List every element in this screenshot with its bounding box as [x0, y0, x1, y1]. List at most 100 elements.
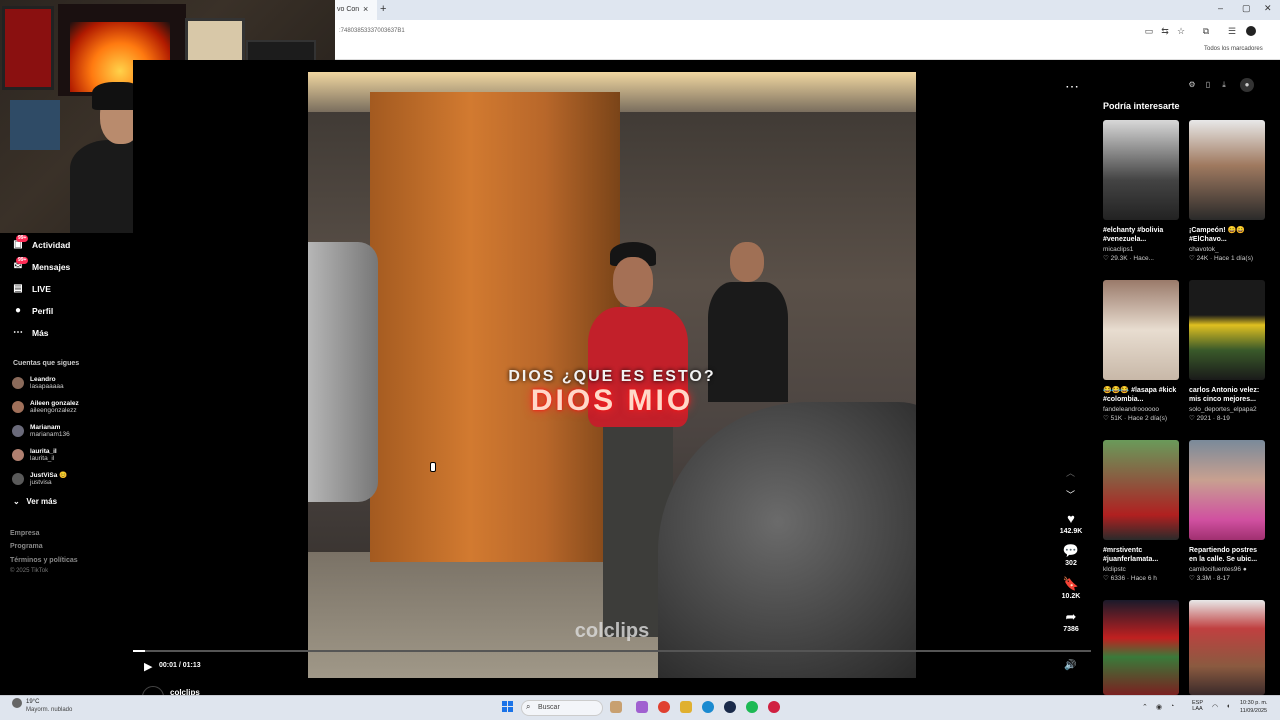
- bookmarks-bar: [335, 42, 1280, 60]
- steam-icon[interactable]: [724, 701, 736, 713]
- menu-icon[interactable]: ☰: [1227, 26, 1237, 36]
- following-account[interactable]: Marianam marianam136: [12, 424, 70, 438]
- windows-start-icon[interactable]: [502, 701, 514, 713]
- edge-icon[interactable]: [702, 701, 714, 713]
- address-bar[interactable]: [335, 20, 1280, 42]
- chevron-up-icon[interactable]: ︿: [1066, 466, 1075, 479]
- tab-close-icon[interactable]: ×: [363, 4, 368, 14]
- translate-icon[interactable]: ⇆: [1160, 26, 1170, 36]
- weather-icon[interactable]: [12, 698, 22, 708]
- following-account[interactable]: JustViSa 😊 justvisa: [12, 472, 67, 486]
- recommended-card[interactable]: 😂😂😂 #lasapa #kick #colombia... fandelean…: [1103, 280, 1179, 422]
- profile-icon: ●: [14, 305, 22, 316]
- progress-fill: [133, 650, 146, 652]
- all-bookmarks-link[interactable]: Todos los marcadores: [1204, 46, 1263, 52]
- photo-frame: [185, 18, 245, 64]
- thumbnail: [1103, 280, 1179, 380]
- search-placeholder: Buscar: [538, 704, 560, 711]
- weather-temp: 19°C: [26, 699, 40, 705]
- chevron-up-icon[interactable]: ⌃: [1142, 703, 1148, 711]
- sidebar-item-more[interactable]: ⋯ Más: [12, 327, 49, 339]
- settings-icon[interactable]: ⚙: [1185, 78, 1199, 92]
- chrome-icon[interactable]: [658, 701, 670, 713]
- like-button[interactable]: ♥ 142.9K: [1056, 512, 1086, 536]
- browser-tab[interactable]: vo Con: [335, 0, 377, 20]
- download-icon[interactable]: ⤓: [1217, 78, 1231, 92]
- language-indicator[interactable]: ESP LAA: [1192, 700, 1203, 712]
- volume-icon[interactable]: 🔊: [1064, 660, 1076, 671]
- chevron-down-icon[interactable]: ﹀: [1066, 488, 1075, 501]
- recommended-card[interactable]: [1189, 600, 1265, 695]
- sidebar-item-messages[interactable]: ✉ 99+ Mensajes: [12, 257, 70, 273]
- recommended-card[interactable]: #mrstiventc #juanferlamata... klclipstc …: [1103, 440, 1179, 582]
- wall-poster: [2, 6, 54, 90]
- share-button[interactable]: ➦ 7386: [1056, 610, 1086, 634]
- bookmark-button[interactable]: 🔖 10.2K: [1056, 577, 1086, 601]
- new-tab-button[interactable]: +: [380, 3, 386, 15]
- card-description: Repartiendo postres en la calle. Se ubic…: [1189, 547, 1258, 563]
- card-meta: ♡ 3.3M · 8-17: [1189, 575, 1230, 582]
- card-description: ¡Campeón! 😄😄 #ElChavo...: [1189, 227, 1245, 243]
- desk-items: [10, 100, 60, 150]
- clock-time[interactable]: 10:30 p. m.: [1240, 700, 1268, 706]
- more-options-icon[interactable]: ⋯: [1065, 78, 1079, 95]
- volume-icon[interactable]: ◖: [1226, 703, 1230, 710]
- comment-count: 302: [1065, 560, 1077, 567]
- footer-link-program[interactable]: Programa: [10, 543, 43, 550]
- thumbnail: [1103, 600, 1179, 695]
- weather-description: Mayorm. nublado: [26, 707, 73, 713]
- card-description: 😂😂😂 #lasapa #kick #colombia...: [1103, 387, 1177, 403]
- app-icon[interactable]: [768, 701, 780, 713]
- footer-link-company[interactable]: Empresa: [10, 530, 40, 537]
- progress-bar[interactable]: [133, 650, 1091, 652]
- like-count: 142.9K: [1059, 528, 1083, 535]
- recommended-card[interactable]: ¡Campeón! 😄😄 #ElChavo... chavotok_ ♡ 24K…: [1189, 120, 1265, 262]
- recommended-card[interactable]: [1103, 600, 1179, 695]
- avatar: [12, 473, 24, 485]
- speaker-icon[interactable]: ◔: [1170, 703, 1174, 710]
- sidebar-item-live[interactable]: ▤ LIVE: [12, 283, 51, 295]
- taskbar-search[interactable]: [521, 700, 603, 716]
- file-explorer-icon[interactable]: [680, 701, 692, 713]
- recommended-card[interactable]: Repartiendo postres en la calle. Se ubic…: [1189, 440, 1265, 582]
- avatar: [12, 449, 24, 461]
- following-account[interactable]: Leandro lasapaaaaa: [12, 376, 64, 390]
- following-account[interactable]: Aileen gonzalez aileengonzalezz: [12, 400, 79, 414]
- phone-icon[interactable]: ▯: [1201, 78, 1215, 92]
- user-avatar[interactable]: ●: [1240, 78, 1254, 92]
- recommended-card[interactable]: #elchanty #bolivia #venezuela... micacli…: [1103, 120, 1179, 262]
- card-meta: ♡ 6336 · Hace 6 h: [1103, 575, 1157, 582]
- network-icon[interactable]: ◉: [1156, 703, 1162, 711]
- app-icon[interactable]: [636, 701, 648, 713]
- following-account[interactable]: laurita_il laurita_il: [12, 448, 57, 462]
- thumbnail: [1103, 440, 1179, 540]
- cast-icon[interactable]: ▭: [1144, 26, 1154, 36]
- wifi-icon[interactable]: ◠: [1212, 703, 1218, 711]
- url-text[interactable]: :74803853337003637B1: [339, 28, 405, 34]
- account-handle: aileengonzalezz: [30, 407, 77, 414]
- avatar: [12, 425, 24, 437]
- thumbnail: [1189, 120, 1265, 220]
- star-icon[interactable]: ☆: [1176, 26, 1186, 36]
- see-more-button[interactable]: ⌄ Ver más: [13, 497, 57, 506]
- card-meta: ♡ 2921 · 8-19: [1189, 415, 1230, 422]
- minimize-button[interactable]: –: [1218, 3, 1223, 13]
- profile-avatar[interactable]: [1246, 26, 1256, 36]
- app-icon[interactable]: [610, 701, 622, 713]
- extensions-icon[interactable]: ⧉: [1201, 26, 1211, 36]
- recommended-card[interactable]: carlos Antonio velez: mis cinco mejores.…: [1189, 280, 1265, 422]
- spotify-icon[interactable]: [746, 701, 758, 713]
- sidebar-item-activity[interactable]: ▣ 99+ Actividad: [12, 235, 70, 251]
- video-player[interactable]: DIOS ¿QUE ES ESTO? DIOS MIO colclips: [308, 72, 916, 678]
- close-window-button[interactable]: ✕: [1264, 3, 1272, 14]
- footer-link-terms[interactable]: Términos y políticas: [10, 557, 78, 564]
- comment-button[interactable]: 💬 302: [1056, 544, 1086, 568]
- maximize-button[interactable]: ▢: [1242, 3, 1251, 14]
- clock-date[interactable]: 11/09/2025: [1240, 708, 1267, 714]
- sidebar: [0, 233, 133, 695]
- play-icon[interactable]: ▶: [144, 660, 152, 673]
- sidebar-item-label: LIVE: [32, 284, 51, 294]
- share-count: 7386: [1063, 626, 1079, 633]
- sidebar-item-profile[interactable]: ● Perfil: [12, 305, 53, 317]
- thumbnail: [1189, 600, 1265, 695]
